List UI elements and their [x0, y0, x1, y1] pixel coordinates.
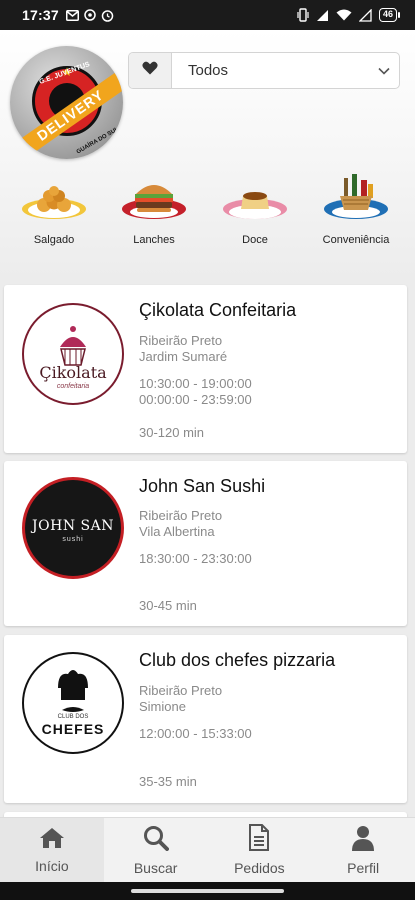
store-logo: ★ G.E. JUVENTUS DELIVERY GUAÍRA DO SUL — [10, 46, 123, 159]
avatar-title: JOHN SAN — [32, 518, 114, 534]
notification-icon — [84, 9, 96, 21]
chevron-down-icon[interactable] — [369, 53, 399, 88]
tab-perfil[interactable]: Perfil — [311, 818, 415, 882]
delivery-time: 30-120 min — [139, 425, 205, 440]
home-gesture-pill[interactable] — [131, 889, 284, 893]
tab-pedidos[interactable]: Pedidos — [208, 818, 312, 882]
savory-snacks-icon — [22, 172, 86, 222]
signal-x-icon — [358, 8, 372, 22]
store-city: Ribeirão Preto — [139, 508, 223, 523]
tab-label: Perfil — [347, 859, 380, 876]
home-icon — [39, 827, 65, 852]
avatar-subtitle: sushi — [62, 536, 84, 543]
store-hours: 00:00:00 - 23:59:00 — [139, 392, 252, 407]
store-card[interactable]: JOHN SAN sushi John San Sushi Ribeirão P… — [4, 461, 407, 626]
delivery-time: 35-35 min — [139, 774, 197, 789]
category-conveniencia[interactable]: Conveniência — [316, 172, 396, 246]
avatar-subtitle: CLUB DOS — [57, 714, 89, 720]
store-name: Club dos chefes pizzaria — [139, 650, 336, 670]
system-navigation-bar — [0, 882, 415, 900]
store-avatar: CLUB DOS CHEFES — [22, 652, 124, 754]
user-icon — [351, 825, 375, 854]
avatar-title: CHEFES — [41, 721, 105, 737]
wifi-icon — [336, 9, 352, 21]
category-label: Lanches — [133, 234, 175, 246]
document-icon — [248, 824, 270, 854]
tab-inicio[interactable]: Início — [0, 818, 104, 882]
tab-label: Início — [35, 857, 69, 874]
tab-label: Buscar — [133, 859, 178, 876]
avatar-title: Çikolata — [39, 363, 107, 382]
store-card[interactable]: CLUB DOS CHEFES Club dos chefes pizzaria… — [4, 635, 407, 803]
store-avatar: JOHN SAN sushi — [22, 477, 124, 579]
category-doce[interactable]: Doce — [215, 172, 295, 246]
search-icon — [143, 825, 169, 854]
store-name: Çikolata Confeitaria — [139, 300, 297, 320]
store-district: Simione — [139, 699, 186, 714]
battery-indicator: 46 — [378, 8, 401, 22]
category-label: Doce — [242, 234, 268, 246]
mail-icon — [65, 9, 79, 21]
category-filter[interactable]: Todos — [128, 52, 400, 89]
category-salgado[interactable]: Salgado — [14, 172, 94, 246]
category-label: Salgado — [33, 234, 75, 246]
category-list: Salgado Lanches Doce Conveniência — [0, 172, 415, 262]
delivery-time: 30-45 min — [139, 598, 197, 613]
bottom-tab-bar: Início Buscar Pedidos Perfil — [0, 817, 415, 882]
status-time: 17:37 — [22, 7, 59, 23]
store-hours: 12:00:00 - 15:33:00 — [139, 726, 252, 741]
category-lanches[interactable]: Lanches — [114, 172, 194, 246]
heart-icon — [142, 61, 158, 80]
avatar-subtitle: confeitaria — [56, 383, 90, 390]
signal-icon — [316, 9, 329, 22]
store-hours: 18:30:00 - 23:30:00 — [139, 551, 252, 566]
store-name: John San Sushi — [139, 476, 266, 496]
store-hours: 10:30:00 - 19:00:00 — [139, 376, 252, 391]
store-city: Ribeirão Preto — [139, 333, 223, 348]
convenience-basket-icon — [324, 172, 388, 222]
tab-buscar[interactable]: Buscar — [104, 818, 208, 882]
store-card[interactable]: Çikolata confeitaria Çikolata Confeitari… — [4, 285, 407, 453]
store-district: Jardim Sumaré — [139, 349, 228, 364]
category-label: Conveniência — [322, 234, 390, 246]
pudding-icon — [223, 172, 287, 222]
alarm-icon — [101, 9, 114, 22]
vibrate-icon — [297, 8, 309, 22]
burger-icon — [122, 172, 186, 222]
store-city: Ribeirão Preto — [139, 683, 223, 698]
store-district: Vila Albertina — [139, 524, 215, 539]
status-bar: 17:37 46 — [0, 0, 415, 30]
tab-label: Pedidos — [234, 860, 285, 876]
filter-select-value[interactable]: Todos — [172, 53, 369, 88]
store-avatar: Çikolata confeitaria — [22, 303, 124, 405]
favorites-toggle[interactable] — [129, 53, 172, 88]
